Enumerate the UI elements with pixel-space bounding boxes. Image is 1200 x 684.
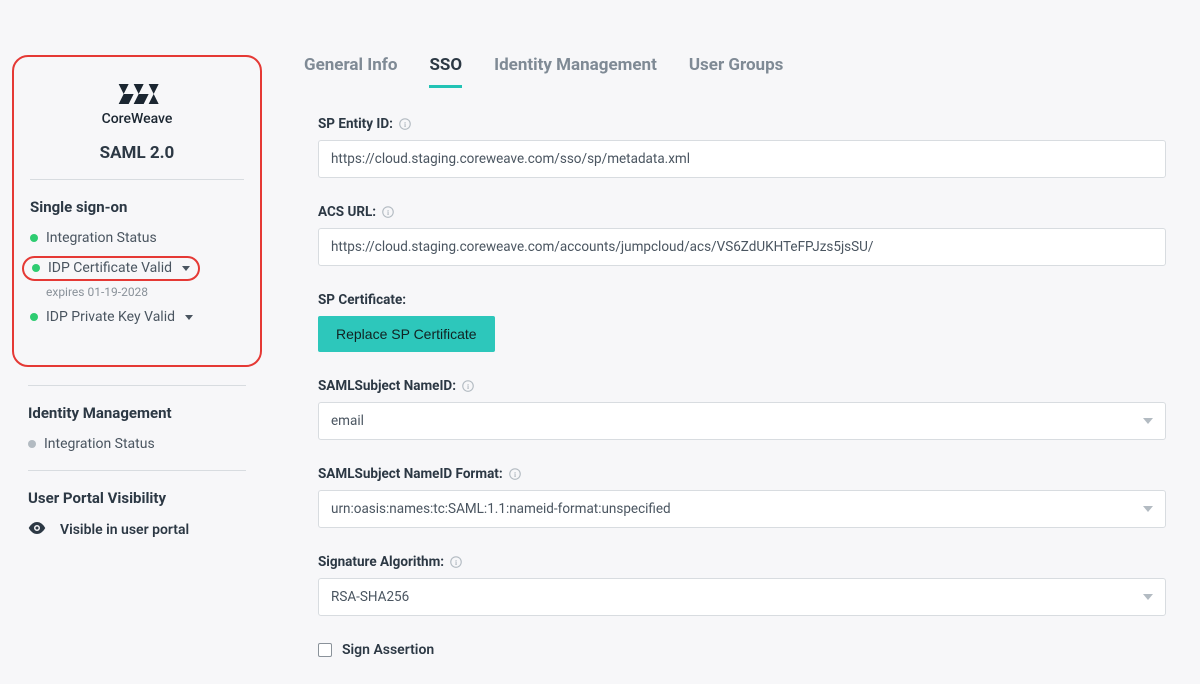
status-integration[interactable]: Integration Status	[30, 230, 244, 246]
sidebar-highlight-box: CoreWeave SAML 2.0 Single sign-on Integr…	[12, 55, 262, 367]
nameid-format-select[interactable]: urn:oasis:names:tc:SAML:1.1:nameid-forma…	[318, 490, 1166, 528]
input-value: https://cloud.staging.coreweave.com/sso/…	[331, 151, 690, 167]
field-acs-url: ACS URL: i https://cloud.staging.corewea…	[318, 204, 1166, 266]
tab-user-groups[interactable]: User Groups	[689, 55, 784, 88]
logo-name: CoreWeave	[30, 111, 244, 127]
chevron-down-icon	[1143, 594, 1153, 600]
info-icon[interactable]: i	[450, 556, 462, 568]
input-value: https://cloud.staging.coreweave.com/acco…	[331, 239, 874, 255]
acs-url-input[interactable]: https://cloud.staging.coreweave.com/acco…	[318, 228, 1166, 266]
sig-algo-label: Signature Algorithm:	[318, 554, 444, 570]
idm-integration-status[interactable]: Integration Status	[28, 436, 246, 452]
field-nameid-format: SAMLSubject NameID Format: i urn:oasis:n…	[318, 466, 1166, 528]
status-dot-icon	[30, 234, 38, 242]
svg-text:i: i	[514, 470, 516, 479]
svg-text:i: i	[404, 120, 406, 129]
field-sign-assertion: Sign Assertion	[318, 642, 1166, 658]
nameid-label: SAMLSubject NameID:	[318, 378, 456, 394]
tabs: General Info SSO Identity Management Use…	[304, 55, 1176, 88]
sp-entity-id-label: SP Entity ID:	[318, 116, 393, 132]
divider	[28, 470, 246, 471]
nameid-select[interactable]: email	[318, 402, 1166, 440]
portal-section-title: User Portal Visibility	[28, 489, 246, 507]
status-dot-icon	[28, 440, 36, 448]
sig-algo-select[interactable]: RSA-SHA256	[318, 578, 1166, 616]
info-icon[interactable]: i	[382, 206, 394, 218]
select-value: urn:oasis:names:tc:SAML:1.1:nameid-forma…	[331, 501, 671, 517]
svg-text:i: i	[455, 558, 457, 567]
status-dot-icon	[32, 264, 40, 272]
chevron-down-icon	[182, 266, 190, 271]
select-value: RSA-SHA256	[331, 589, 409, 605]
sign-assertion-checkbox[interactable]: Sign Assertion	[318, 642, 1166, 658]
status-idp-key[interactable]: IDP Private Key Valid	[30, 309, 244, 325]
sp-certificate-label: SP Certificate:	[318, 292, 406, 308]
svg-text:i: i	[467, 382, 469, 391]
sso-section-title: Single sign-on	[30, 198, 244, 216]
checkbox-label: Sign Assertion	[342, 642, 434, 658]
field-sp-entity-id: SP Entity ID: i https://cloud.staging.co…	[318, 116, 1166, 178]
chevron-down-icon	[1143, 418, 1153, 424]
idm-section-title: Identity Management	[28, 404, 246, 422]
app-logo: CoreWeave	[30, 67, 244, 143]
status-label: IDP Private Key Valid	[46, 309, 175, 325]
tab-general-info[interactable]: General Info	[304, 55, 397, 88]
status-label: IDP Certificate Valid	[48, 260, 172, 276]
coreweave-logo-icon	[112, 79, 162, 109]
cert-expiry: expires 01-19-2028	[46, 285, 244, 299]
divider	[30, 179, 244, 180]
acs-url-label: ACS URL:	[318, 204, 376, 220]
select-value: email	[331, 413, 364, 429]
info-icon[interactable]: i	[399, 118, 411, 130]
tab-identity-management[interactable]: Identity Management	[494, 55, 657, 88]
field-nameid: SAMLSubject NameID: i email	[318, 378, 1166, 440]
svg-text:i: i	[387, 208, 389, 217]
status-label: Integration Status	[46, 230, 157, 246]
status-dot-icon	[30, 313, 38, 321]
replace-sp-certificate-button[interactable]: Replace SP Certificate	[318, 316, 495, 352]
eye-icon	[28, 521, 46, 539]
info-icon[interactable]: i	[462, 380, 474, 392]
portal-visibility[interactable]: Visible in user portal	[28, 521, 246, 539]
highlight-pill: IDP Certificate Valid	[22, 256, 200, 281]
sp-entity-id-input[interactable]: https://cloud.staging.coreweave.com/sso/…	[318, 140, 1166, 178]
field-signature-algorithm: Signature Algorithm: i RSA-SHA256	[318, 554, 1166, 616]
field-sp-certificate: SP Certificate: Replace SP Certificate	[318, 292, 1166, 352]
chevron-down-icon	[1143, 506, 1153, 512]
main-content: General Info SSO Identity Management Use…	[262, 0, 1200, 684]
status-label: Integration Status	[44, 436, 155, 452]
sidebar-below: Identity Management Integration Status U…	[12, 367, 262, 565]
divider	[28, 385, 246, 386]
portal-visibility-label: Visible in user portal	[60, 522, 189, 538]
status-idp-cert[interactable]: IDP Certificate Valid	[30, 256, 244, 281]
checkbox-icon	[318, 643, 332, 657]
nameid-format-label: SAMLSubject NameID Format:	[318, 466, 503, 482]
chevron-down-icon	[185, 315, 193, 320]
tab-sso[interactable]: SSO	[429, 55, 462, 88]
protocol-title: SAML 2.0	[30, 143, 244, 179]
info-icon[interactable]: i	[509, 468, 521, 480]
